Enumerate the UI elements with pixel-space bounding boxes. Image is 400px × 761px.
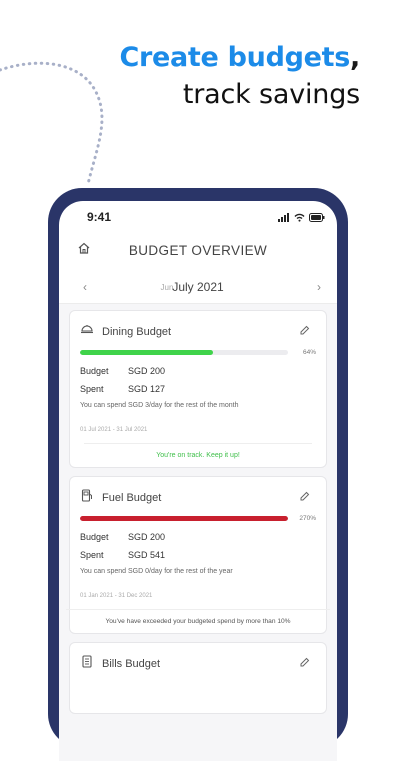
budget-status-message: You've have exceeded your budgeted spend… [66, 609, 330, 633]
budget-card-bills[interactable]: Bills Budget [69, 642, 327, 714]
budget-row: Budget SGD 200 [80, 532, 316, 542]
spent-label: Spent [80, 550, 104, 560]
chevron-right-icon[interactable]: › [317, 280, 321, 294]
budget-label: Budget [80, 532, 109, 542]
daily-allowance-hint: You can spend SGD 3/day for the rest of … [80, 402, 239, 409]
headline-line2: track savings [182, 79, 360, 110]
budget-title: Dining Budget [102, 326, 172, 338]
progress-fill [80, 350, 214, 355]
status-icons [278, 212, 325, 222]
wifi-icon [294, 213, 305, 222]
budget-status-message: You're on track. Keep it up! [84, 443, 312, 467]
status-bar: 9:41 [59, 201, 337, 233]
signal-icon [278, 212, 289, 222]
progress-percent: 64% [302, 349, 316, 356]
app-header: BUDGET OVERVIEW [59, 233, 337, 267]
spent-label: Spent [80, 384, 104, 394]
headline: Create budgets, track savings [119, 42, 360, 110]
chevron-left-icon[interactable]: ‹ [83, 280, 87, 294]
spent-value: SGD 127 [128, 384, 166, 394]
budget-card-fuel[interactable]: Fuel Budget 270% Budget SGD 200 Spent SGD … [66, 476, 330, 634]
status-time: 9:41 [87, 210, 112, 224]
budget-title: Fuel Budget [102, 492, 162, 504]
month-navigation: ‹ Jun July 2021 › [59, 271, 337, 304]
phone-frame: 9:41 BUDGET OVERVIEW ‹ Jun July 2021 › D… [48, 188, 348, 761]
spent-row: Spent SGD 127 [80, 384, 316, 394]
edit-pencil-icon[interactable] [299, 489, 310, 507]
fuel-icon [80, 489, 94, 507]
dining-icon [80, 323, 94, 341]
budget-card-dining[interactable]: Dining Budget 64% Budget SGD 200 Spent SGD… [69, 310, 327, 468]
budget-title: Bills Budget [102, 658, 161, 670]
daily-allowance-hint: You can spend SGD 0/day for the rest of … [80, 568, 233, 575]
budget-progress: 64% [80, 349, 316, 356]
budget-row: Budget SGD 200 [80, 366, 316, 376]
page-title: BUDGET OVERVIEW [128, 242, 268, 258]
spent-value: SGD 541 [128, 550, 166, 560]
home-icon[interactable] [77, 241, 91, 260]
edit-pencil-icon[interactable] [299, 323, 310, 341]
budget-period: 01 Jul 2021 - 31 Jul 2021 [80, 427, 148, 433]
dotted-curve-decoration [0, 61, 104, 186]
budget-value: SGD 200 [128, 532, 166, 542]
battery-icon [309, 212, 325, 222]
spent-row: Spent SGD 541 [80, 550, 316, 560]
budget-list: Dining Budget 64% Budget SGD 200 Spent SGD… [59, 304, 337, 761]
bills-icon [80, 655, 94, 673]
progress-track [80, 350, 288, 355]
edit-pencil-icon[interactable] [299, 655, 310, 673]
headline-line1: Create budgets, [119, 42, 360, 73]
budget-progress: 270% [80, 515, 316, 522]
headline-comma: , [350, 42, 360, 73]
progress-percent: 270% [299, 515, 316, 522]
previous-month[interactable]: Jun [161, 283, 174, 292]
budget-label: Budget [80, 366, 109, 376]
budget-period: 01 Jan 2021 - 31 Dec 2021 [80, 593, 153, 599]
headline-accent: Create budgets [119, 42, 351, 73]
current-month: July 2021 [172, 280, 224, 294]
progress-fill [80, 516, 288, 521]
phone-screen: 9:41 BUDGET OVERVIEW ‹ Jun July 2021 › D… [59, 201, 337, 761]
progress-track [80, 516, 288, 521]
budget-value: SGD 200 [128, 366, 166, 376]
